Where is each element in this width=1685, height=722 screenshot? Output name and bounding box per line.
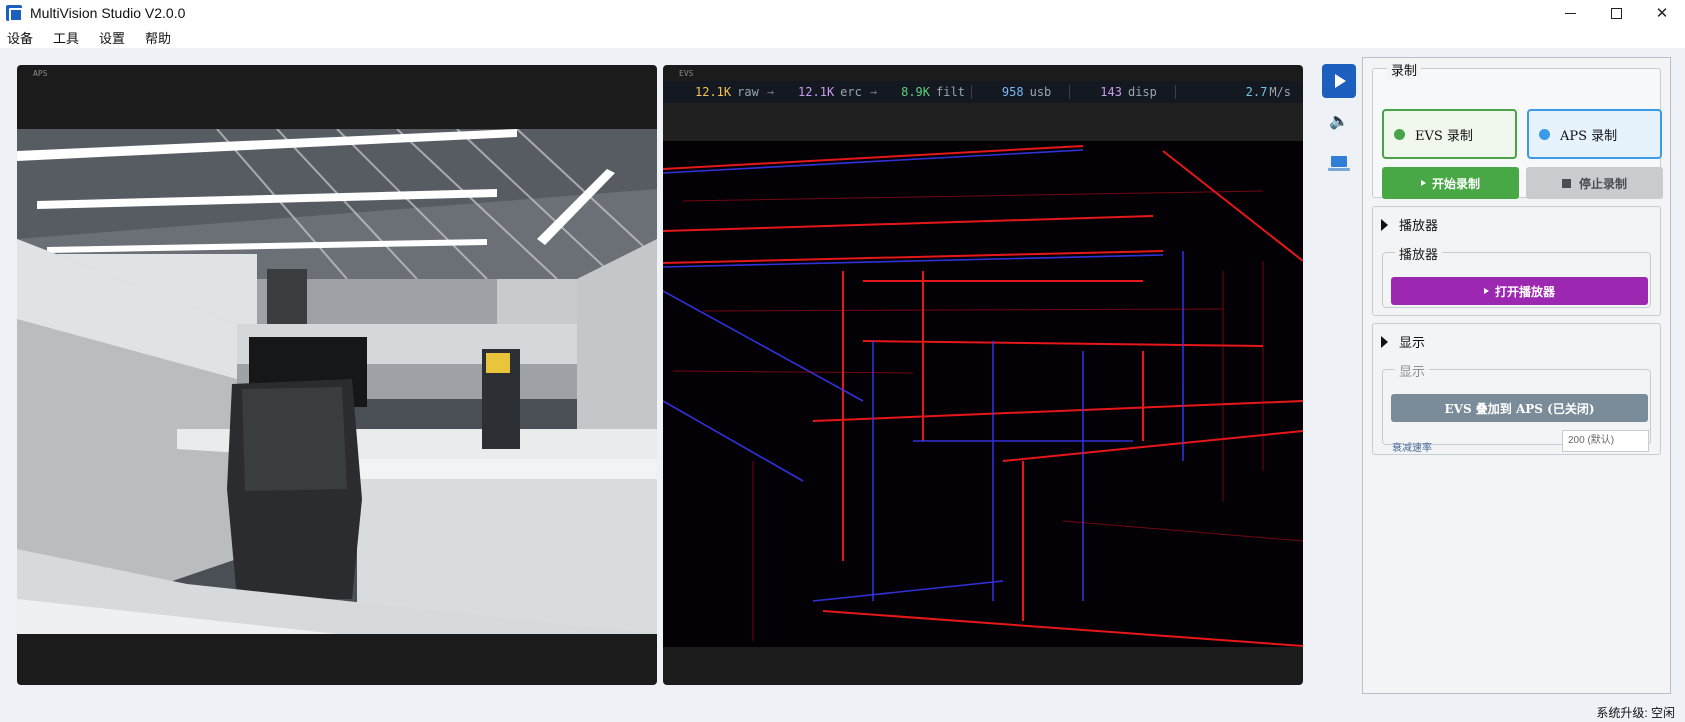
evs-label: EVS [679, 69, 694, 78]
aps-status-dot [1539, 128, 1550, 140]
display-group-title: 显示 [1395, 361, 1430, 380]
player-group-title: 播放器 [1395, 244, 1443, 263]
aps-label: APS [33, 69, 48, 78]
window-controls: ✕ [1547, 0, 1685, 26]
close-icon: ✕ [1655, 5, 1669, 22]
record-group: 录制 EVS 录制 APS 录制 开始录制 停止录制 [1372, 60, 1663, 199]
laptop-button[interactable] [1322, 144, 1356, 178]
expand-arrow-icon [1381, 218, 1388, 231]
stop-record-button[interactable]: 停止录制 [1526, 167, 1663, 199]
stop-record-label: 停止录制 [1578, 176, 1627, 191]
app-logo-icon [6, 5, 23, 22]
window-title: MultiVision Studio V2.0.0 [30, 5, 186, 21]
stats-separator [1174, 85, 1176, 99]
status-text: 系统升级: 空闲 [1596, 706, 1675, 720]
audio-button[interactable]: 🔈 [1322, 104, 1356, 138]
stat-usb: 958 usb [1001, 85, 1052, 99]
laptop-icon [1328, 155, 1350, 171]
display-header-label: 显示 [1399, 335, 1426, 350]
display-group: 显示 EVS 叠加到 APS (已关闭) 衰减速率 200 (默认) [1382, 361, 1651, 454]
menu-bar: 设备 工具 设置 帮助 [0, 26, 1685, 48]
stat-erc: 12.1K erc → [798, 85, 878, 99]
aps-camera-image [17, 129, 657, 634]
play-icon [1483, 288, 1489, 294]
close-button[interactable]: ✕ [1639, 0, 1685, 26]
player-header-label: 播放器 [1399, 218, 1439, 233]
open-player-button[interactable]: 打开播放器 [1391, 277, 1648, 305]
stat-rate: 2.7 M/s [1245, 85, 1291, 99]
aps-camera-panel: APS [17, 65, 657, 685]
control-panel: 录制 EVS 录制 APS 录制 开始录制 停止录制 播放器 播放器 打开播放器 [1362, 57, 1671, 694]
menu-device[interactable]: 设备 [7, 28, 33, 47]
player-group: 播放器 打开播放器 [1382, 244, 1651, 308]
maximize-icon [1610, 7, 1622, 19]
start-record-button[interactable]: 开始录制 [1382, 167, 1519, 199]
aps-record-label: APS 录制 [1560, 128, 1618, 144]
evs-event-image [663, 141, 1303, 647]
evs-overlay-button[interactable]: EVS 叠加到 APS (已关闭) [1391, 394, 1648, 422]
evs-stats-bar: 12.1K raw → 12.1K erc → 8.9K filt 958 us… [663, 81, 1303, 103]
menu-tools[interactable]: 工具 [53, 28, 79, 47]
aps-record-toggle[interactable]: APS 录制 [1527, 109, 1662, 159]
stat-raw: 12.1K raw → [695, 85, 775, 99]
minimize-icon [1564, 12, 1576, 14]
display-expander-header[interactable]: 显示 [1381, 332, 1425, 351]
evs-record-label: EVS 录制 [1415, 128, 1473, 144]
menu-settings[interactable]: 设置 [99, 28, 125, 47]
play-button[interactable] [1322, 64, 1356, 98]
play-icon [1335, 74, 1346, 88]
play-icon [1420, 180, 1426, 186]
start-record-label: 开始录制 [1431, 176, 1480, 191]
stop-icon [1561, 178, 1571, 188]
maximize-button[interactable] [1593, 0, 1639, 26]
stat-filt: 8.9K filt [901, 85, 965, 99]
evs-overlay-label: EVS 叠加到 APS (已关闭) [1444, 401, 1595, 416]
expand-arrow-icon [1381, 335, 1388, 348]
decay-rate-input[interactable]: 200 (默认) [1562, 430, 1649, 452]
evs-header-area [663, 103, 1303, 141]
evs-status-dot [1394, 128, 1405, 140]
minimize-button[interactable] [1547, 0, 1593, 26]
player-expander-header[interactable]: 播放器 [1381, 215, 1438, 234]
stat-disp: 143 disp [1100, 85, 1157, 99]
decay-rate-label: 衰减速率 [1392, 443, 1432, 454]
evs-record-toggle[interactable]: EVS 录制 [1382, 109, 1517, 159]
player-section: 播放器 播放器 打开播放器 [1372, 206, 1661, 316]
menu-help[interactable]: 帮助 [145, 28, 171, 47]
display-section: 显示 显示 EVS 叠加到 APS (已关闭) 衰减速率 200 (默认) [1372, 323, 1661, 455]
title-bar: MultiVision Studio V2.0.0 ✕ [0, 0, 1685, 26]
record-group-title: 录制 [1387, 60, 1422, 79]
evs-camera-panel: EVS 12.1K raw → 12.1K erc → 8.9K filt 95… [663, 65, 1303, 685]
speaker-icon: 🔈 [1329, 113, 1349, 130]
open-player-label: 打开播放器 [1494, 284, 1555, 299]
